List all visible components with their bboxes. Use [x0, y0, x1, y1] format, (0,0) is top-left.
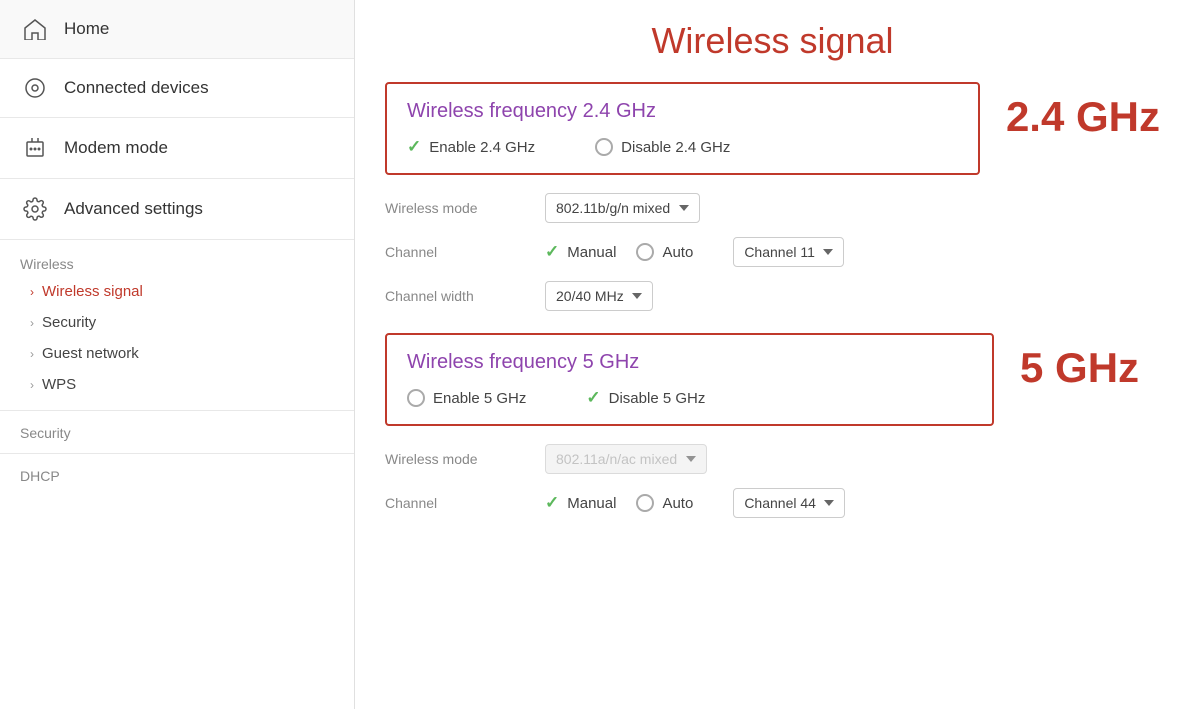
- freq-24-disable-option[interactable]: Disable 2.4 GHz: [595, 138, 730, 156]
- channel-5-auto-radio: [636, 494, 654, 512]
- page-title: Wireless signal: [385, 20, 1160, 62]
- channel-label: Channel: [385, 244, 545, 260]
- channel-5-auto-label: Auto: [662, 495, 693, 512]
- channel-5-auto-option[interactable]: Auto: [636, 494, 693, 512]
- channel-width-row: Channel width 20/40 MHz: [385, 281, 980, 311]
- channel-auto-option[interactable]: Auto: [636, 243, 693, 261]
- wireless-mode-5-label: Wireless mode: [385, 451, 545, 467]
- submenu-item-security[interactable]: › Security: [0, 307, 354, 338]
- sidebar-item-home[interactable]: Home: [0, 0, 354, 59]
- devices-icon: [20, 77, 50, 99]
- wireless-mode-label: Wireless mode: [385, 200, 545, 216]
- freq-5-disable-check: ✓: [586, 388, 600, 408]
- freq-5-enable-option[interactable]: Enable 5 GHz: [407, 389, 526, 407]
- submenu-item-wps-label: WPS: [42, 376, 76, 393]
- channel-width-select[interactable]: 20/40 MHz: [545, 281, 653, 311]
- channel-5-value: ✓ Manual Auto Channel 44: [545, 488, 845, 518]
- freq-5-row: Wireless frequency 5 GHz Enable 5 GHz ✓ …: [385, 333, 1160, 536]
- sidebar: Home Connected devices Modem mode: [0, 0, 355, 709]
- sidebar-item-connected-devices-label: Connected devices: [64, 78, 209, 98]
- freq-24-title: Wireless frequency 2.4 GHz: [407, 100, 958, 123]
- freq-5-disable-option[interactable]: ✓ Disable 5 GHz: [586, 388, 705, 408]
- submenu-item-wireless-signal-label: Wireless signal: [42, 283, 143, 300]
- sidebar-item-home-label: Home: [64, 19, 109, 39]
- submenu-item-wps[interactable]: › WPS: [0, 369, 354, 400]
- modem-icon: [20, 136, 50, 160]
- wireless-mode-5-select[interactable]: 802.11a/n/ac mixed: [545, 444, 707, 474]
- freq-24-enable-option[interactable]: ✓ Enable 2.4 GHz: [407, 137, 535, 157]
- side-label-5: 5 GHz: [1020, 333, 1160, 389]
- side-label-24: 2.4 GHz: [1006, 82, 1160, 138]
- submenu-wireless-label: Wireless: [0, 250, 354, 276]
- freq-24-disable-radio: [595, 138, 613, 156]
- channel-manual-check: ✓: [545, 242, 559, 262]
- freq-24-settings: Wireless mode 802.11b/g/n mixed Channel …: [385, 193, 980, 311]
- freq-5-enable-label: Enable 5 GHz: [433, 390, 526, 407]
- chevron-right-icon: ›: [30, 285, 34, 299]
- wireless-mode-select[interactable]: 802.11b/g/n mixed: [545, 193, 700, 223]
- freq-5-settings: Wireless mode 802.11a/n/ac mixed Channel…: [385, 444, 994, 518]
- channel-width-value: 20/40 MHz: [545, 281, 653, 311]
- freq-5-box: Wireless frequency 5 GHz Enable 5 GHz ✓ …: [385, 333, 994, 426]
- channel-auto-label: Auto: [662, 244, 693, 261]
- submenu-dhcp-section-label: DHCP: [0, 462, 354, 488]
- freq-24-radio-group: ✓ Enable 2.4 GHz Disable 2.4 GHz: [407, 137, 958, 157]
- channel-5-manual-label: Manual: [567, 495, 616, 512]
- channel-row: Channel ✓ Manual Auto Channel 1: [385, 237, 980, 267]
- channel-select[interactable]: Channel 11: [733, 237, 844, 267]
- channel-5-label: Channel: [385, 495, 545, 511]
- freq-5-radio-group: Enable 5 GHz ✓ Disable 5 GHz: [407, 388, 972, 408]
- sidebar-item-advanced-settings-label: Advanced settings: [64, 199, 203, 219]
- submenu-security-section-label: Security: [0, 419, 354, 445]
- submenu-item-guest-network-label: Guest network: [42, 345, 139, 362]
- freq-24-disable-label: Disable 2.4 GHz: [621, 139, 730, 156]
- chevron-right-icon: ›: [30, 316, 34, 330]
- freq-24-enable-label: Enable 2.4 GHz: [429, 139, 535, 156]
- main-content: Wireless signal Wireless frequency 2.4 G…: [355, 0, 1200, 709]
- freq-24-box: Wireless frequency 2.4 GHz ✓ Enable 2.4 …: [385, 82, 980, 175]
- submenu-item-security-label: Security: [42, 314, 96, 331]
- wireless-mode-5-row: Wireless mode 802.11a/n/ac mixed: [385, 444, 994, 474]
- channel-5-select[interactable]: Channel 44: [733, 488, 845, 518]
- wireless-mode-row: Wireless mode 802.11b/g/n mixed: [385, 193, 980, 223]
- content-area: Wireless frequency 2.4 GHz ✓ Enable 2.4 …: [385, 82, 1160, 536]
- channel-value: ✓ Manual Auto Channel 11: [545, 237, 844, 267]
- sidebar-item-advanced-settings[interactable]: Advanced settings: [0, 179, 354, 240]
- channel-5-manual-option[interactable]: ✓ Manual: [545, 493, 616, 513]
- freq-24-row: Wireless frequency 2.4 GHz ✓ Enable 2.4 …: [385, 82, 1160, 329]
- chevron-right-icon: ›: [30, 347, 34, 361]
- sidebar-item-modem-mode[interactable]: Modem mode: [0, 118, 354, 179]
- sidebar-item-connected-devices[interactable]: Connected devices: [0, 59, 354, 118]
- channel-manual-label: Manual: [567, 244, 616, 261]
- submenu-wireless-section: Wireless › Wireless signal › Security › …: [0, 240, 354, 494]
- sidebar-item-modem-mode-label: Modem mode: [64, 138, 168, 158]
- wireless-mode-5-value: 802.11a/n/ac mixed: [545, 444, 707, 474]
- submenu-item-guest-network[interactable]: › Guest network: [0, 338, 354, 369]
- gear-icon: [20, 197, 50, 221]
- freq-24-enable-check: ✓: [407, 137, 421, 157]
- submenu-item-wireless-signal[interactable]: › Wireless signal: [0, 276, 354, 307]
- channel-5-row: Channel ✓ Manual Auto Channel 4: [385, 488, 994, 518]
- channel-auto-radio: [636, 243, 654, 261]
- freq-5-enable-radio: [407, 389, 425, 407]
- freq-5-title: Wireless frequency 5 GHz: [407, 351, 972, 374]
- chevron-right-icon: ›: [30, 378, 34, 392]
- channel-width-label: Channel width: [385, 288, 545, 304]
- wireless-mode-value: 802.11b/g/n mixed: [545, 193, 700, 223]
- freq-5-disable-label: Disable 5 GHz: [609, 390, 706, 407]
- channel-5-manual-check: ✓: [545, 493, 559, 513]
- channel-manual-option[interactable]: ✓ Manual: [545, 242, 616, 262]
- home-icon: [20, 18, 50, 40]
